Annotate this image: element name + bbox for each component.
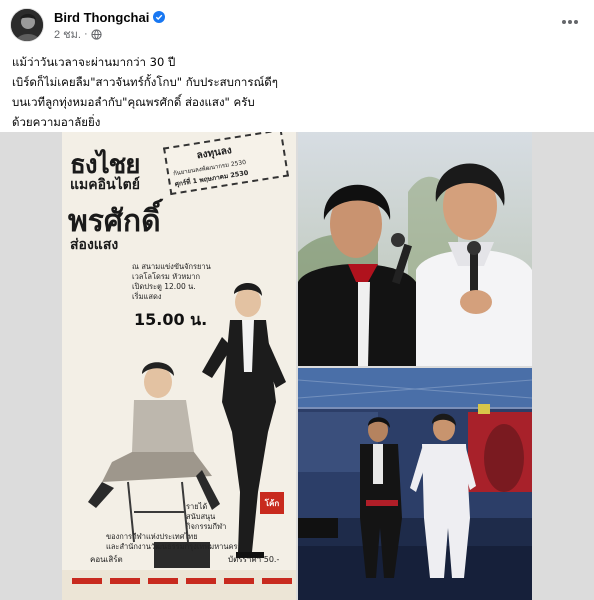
caption-line: บนเวทีลูกทุ่งหมอลำกับ"คุณพรศักดิ์ ส่องแส… (12, 95, 255, 109)
globe-icon[interactable] (90, 28, 102, 40)
caption-line: เบิร์ดก็ไม่เคยลืม"สาวจันทร์กั้งโกบ" กับป… (12, 75, 278, 89)
author-avatar[interactable] (10, 8, 44, 42)
sponsor-logo: โค้ก (260, 492, 284, 514)
concert-poster-image[interactable]: ธงไชย แมคอินไตย์ พรศักดิ์ ส่องแสง ลงทุนล… (62, 132, 296, 600)
poster-title-mcintyre: แมคอินไตย์ (70, 177, 140, 193)
meta-separator: · (83, 28, 88, 40)
caption-line: ด้วยความอาลัยยิ่ง (12, 115, 101, 129)
stage-wide-illustration (298, 368, 532, 600)
stage-photo-closeup[interactable] (298, 132, 532, 366)
post-caption: แม้ว่าวันเวลาจะผ่านมากว่า 30 ปี เบิร์ดก็… (12, 52, 582, 132)
post-media[interactable]: ธงไชย แมคอินไตย์ พรศักดิ์ ส่องแสง ลงทุนล… (0, 132, 594, 600)
info-line: ของการกีฬาแห่งประเทศไทย (106, 532, 198, 541)
poster-show-time: 15.00 น. (134, 310, 208, 329)
venue-line: เริ่มแสดง (132, 292, 162, 301)
info-line: และสำนักงานวัฒนธรรมกรุงเทพมหานคร (106, 542, 238, 551)
venue-line: เปิดประตู 12.00 น. (132, 282, 196, 291)
author-name[interactable]: Bird Thongchai (54, 10, 149, 25)
more-horizontal-icon[interactable] (558, 12, 582, 32)
info-line: กิจกรรมกีฬา (186, 522, 227, 531)
poster-ticket-price: บัตรราคา 50.- (228, 555, 280, 564)
caption-line: แม้ว่าวันเวลาจะผ่านมากว่า 30 ปี (12, 55, 176, 69)
avatar-portrait-icon (11, 9, 43, 41)
post-timestamp[interactable]: 2 ชม. (54, 25, 81, 43)
post-header: Bird Thongchai 2 ชม. · (10, 8, 584, 42)
poster-concert-label: คอนเสิร์ต (90, 555, 123, 564)
poster-title-songsaeng: ส่องแสง (70, 237, 119, 253)
venue-line: ณ สนามแข่งขันจักรยาน (132, 262, 211, 271)
stage-photo-wide[interactable] (298, 368, 532, 600)
verified-badge-icon (153, 11, 166, 23)
venue-line: เวลโลโดรม หัวหมาก (132, 272, 201, 281)
facebook-post: Bird Thongchai 2 ชม. · แม้ว่าวันเวลาจะผ่… (0, 0, 594, 600)
poster-venue-details: ณ สนามแข่งขันจักรยาน เวลโลโดรม หัวหมาก เ… (132, 262, 232, 302)
stage-closeup-illustration (298, 132, 532, 366)
